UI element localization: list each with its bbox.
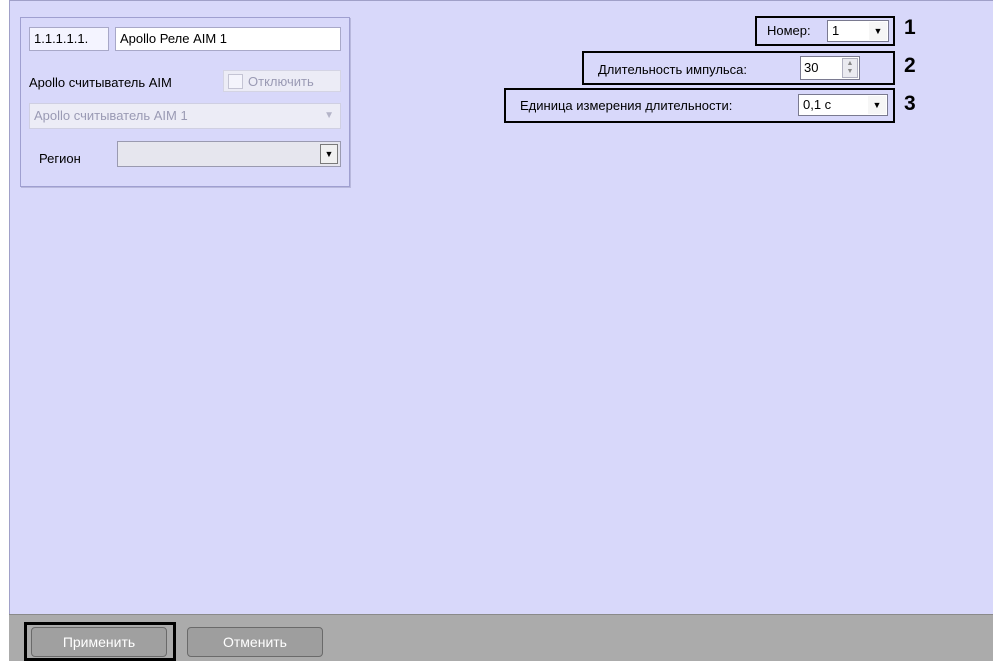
cancel-button[interactable]: Отменить <box>187 627 323 657</box>
object-panel: 1.1.1.1.1. Apollo Реле AIM 1 Apollo счит… <box>20 17 350 187</box>
reader-select[interactable]: Apollo считыватель AIM 1 ▼ <box>29 103 341 129</box>
number-setting-highlight: Номер: 1 ▼ <box>755 16 895 46</box>
marker-2: 2 <box>904 54 916 77</box>
spin-arrows-icon[interactable]: ▲ ▼ <box>842 58 858 78</box>
number-label: Номер: <box>767 23 811 38</box>
marker-3: 3 <box>904 92 916 115</box>
disable-checkbox-container[interactable]: Отключить <box>223 70 341 92</box>
chevron-down-icon: ▼ <box>324 110 334 121</box>
reader-select-value: Apollo считыватель AIM 1 <box>34 108 188 123</box>
number-select[interactable]: 1 ▼ <box>827 20 889 42</box>
unit-select-value: 0,1 с <box>803 97 832 112</box>
chevron-down-icon[interactable]: ▼ <box>320 144 338 164</box>
pulse-label: Длительность импульса: <box>598 62 748 77</box>
object-name-input[interactable]: Apollo Реле AIM 1 <box>115 27 341 51</box>
pulse-spinbox[interactable]: 30 ▲ ▼ <box>800 56 860 80</box>
pulse-setting-highlight: Длительность импульса: 30 ▲ ▼ <box>582 51 895 85</box>
chevron-down-icon[interactable]: ▼ <box>868 96 886 114</box>
object-id-field: 1.1.1.1.1. <box>29 27 109 51</box>
region-select[interactable]: ▼ <box>117 141 341 167</box>
apply-button[interactable]: Применить <box>31 627 167 657</box>
unit-setting-highlight: Единица измерения длительности: 0,1 с ▼ <box>504 88 895 123</box>
disable-checkbox[interactable] <box>228 73 243 89</box>
region-label: Регион <box>39 151 81 166</box>
unit-select[interactable]: 0,1 с ▼ <box>798 94 888 116</box>
unit-label: Единица измерения длительности: <box>520 98 733 113</box>
disable-label: Отключить <box>248 73 314 89</box>
pulse-spinbox-value: 30 <box>804 60 819 75</box>
reader-label: Apollo считыватель AIM <box>29 75 172 90</box>
marker-1: 1 <box>904 16 916 39</box>
number-select-value: 1 <box>832 23 840 38</box>
chevron-down-icon[interactable]: ▼ <box>869 22 887 40</box>
